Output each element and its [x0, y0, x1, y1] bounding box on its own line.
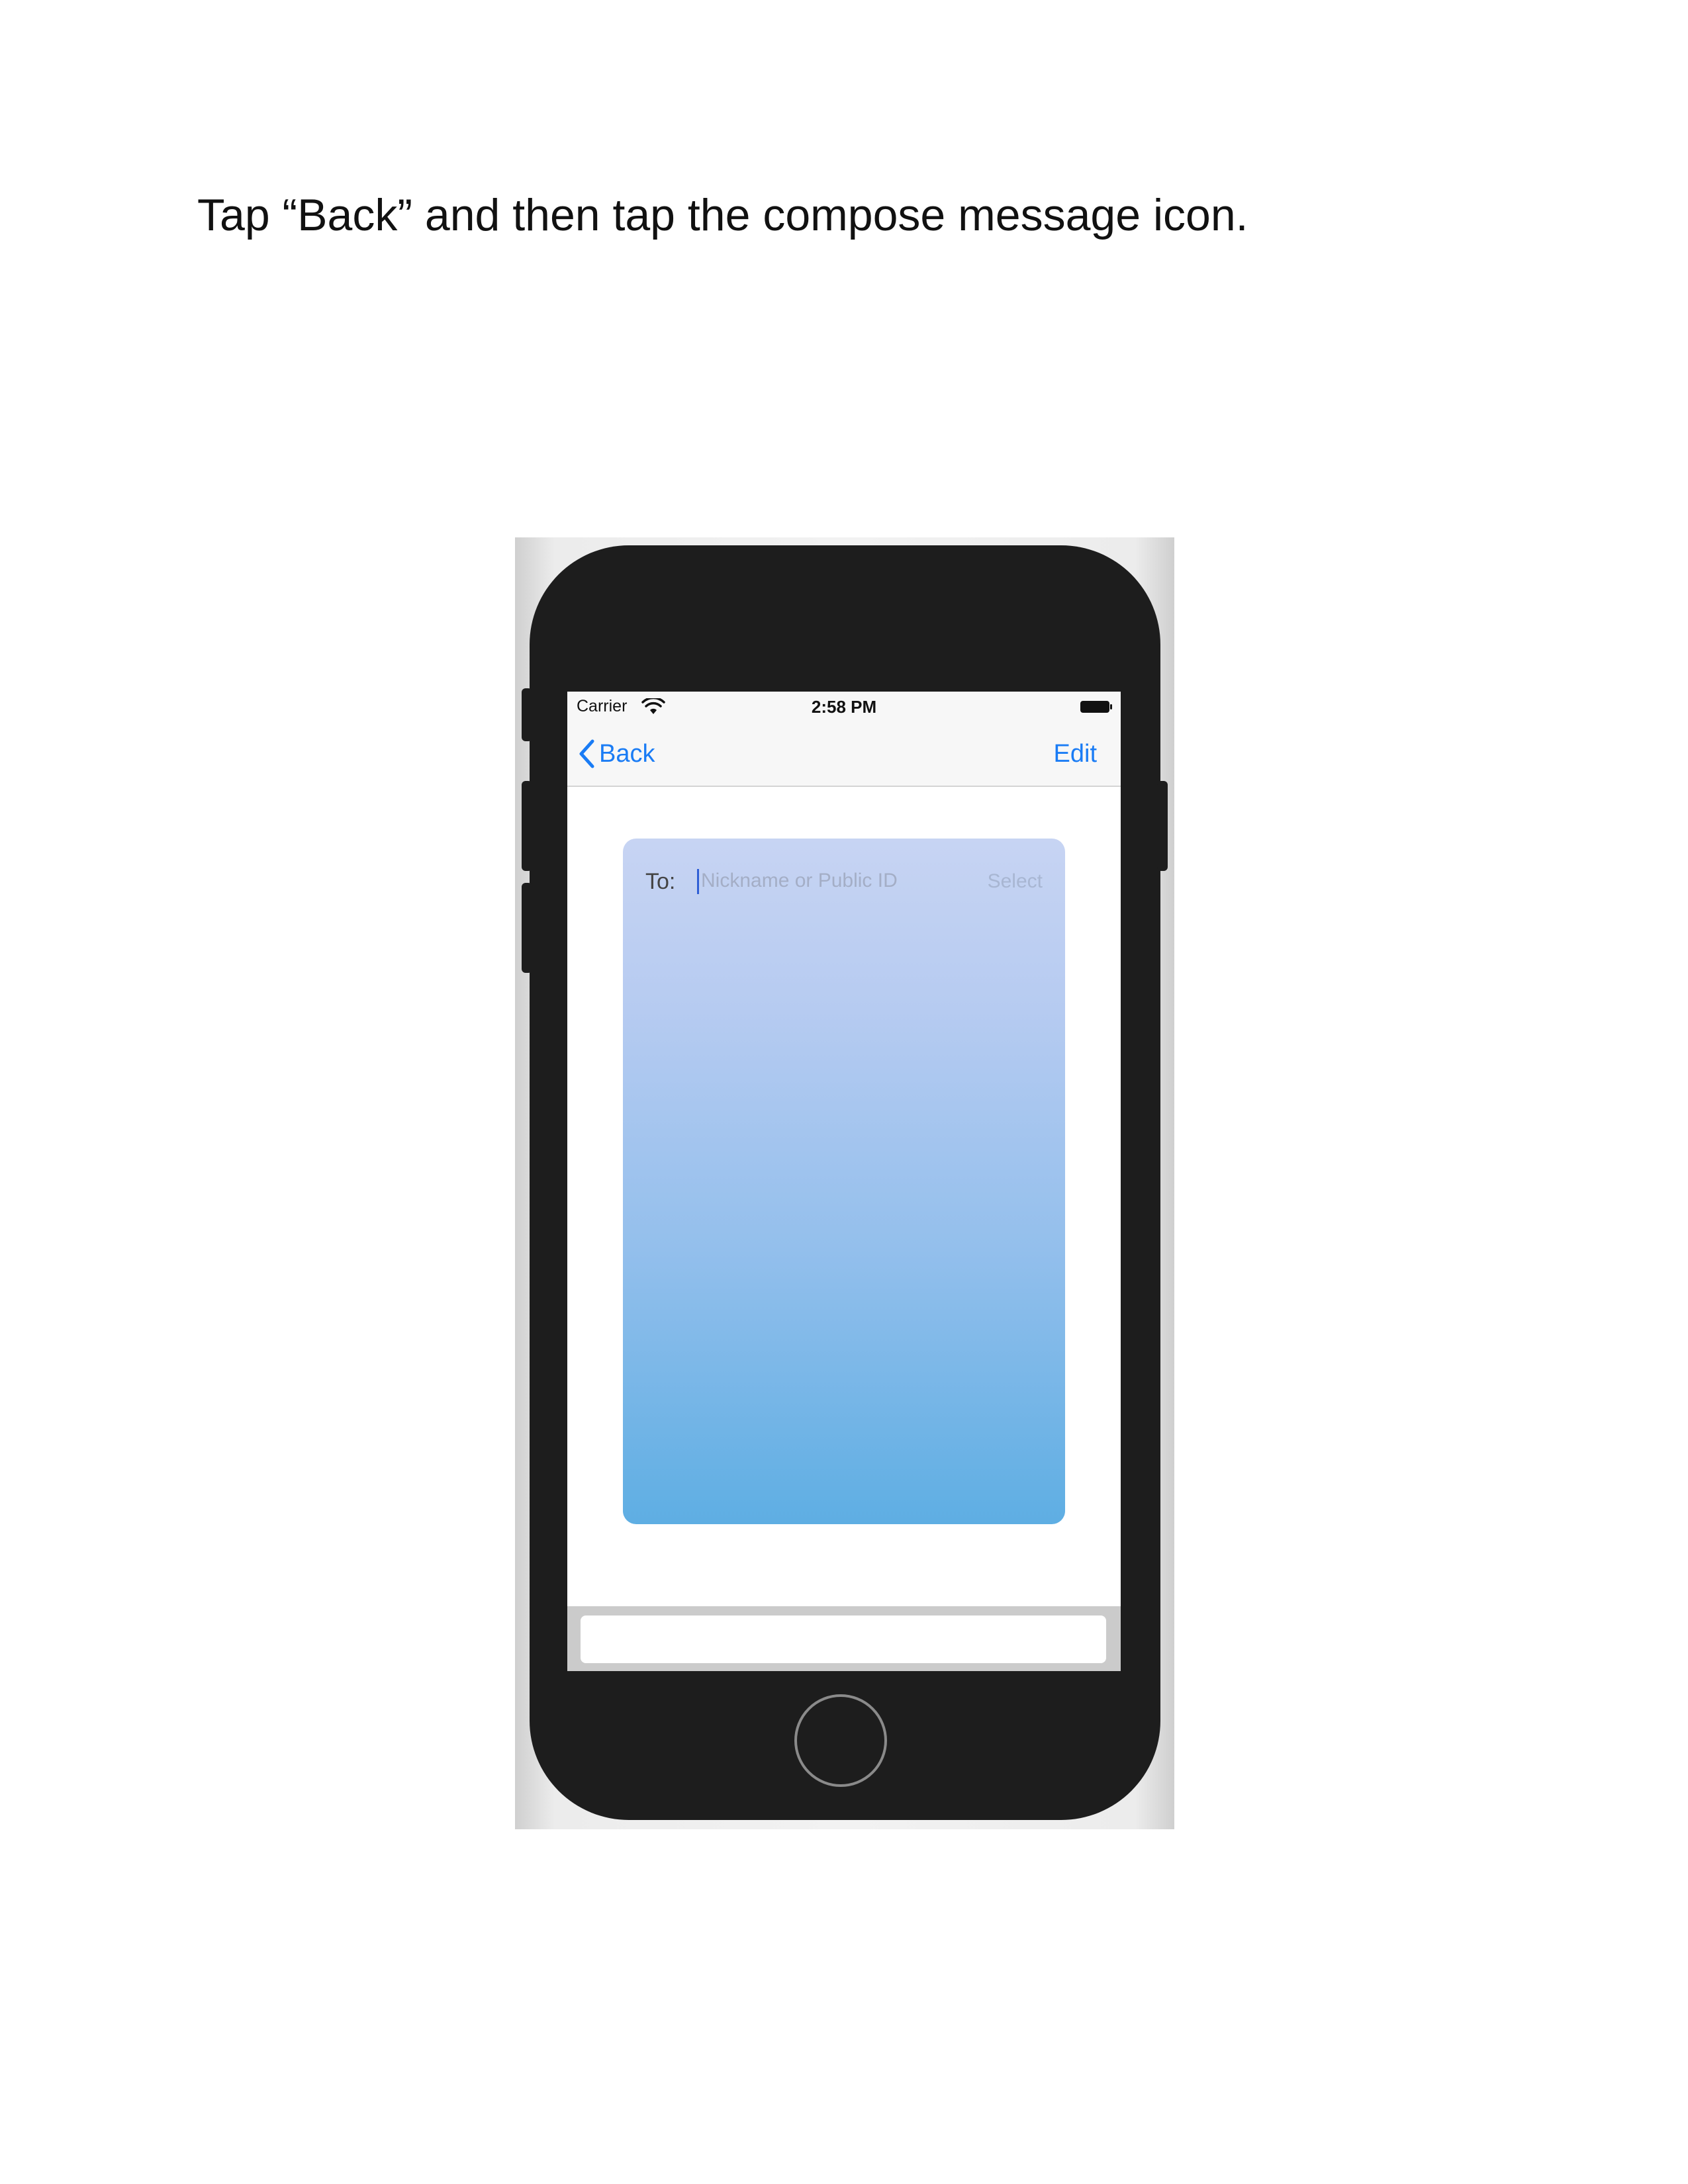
status-time: 2:58 PM	[811, 697, 877, 717]
mute-switch	[522, 688, 532, 741]
phone-screen: Carrier 2:58 PM Back Edit To: Select	[567, 692, 1121, 1671]
edit-button[interactable]: Edit	[1054, 734, 1097, 774]
volume-up-button	[522, 781, 532, 871]
home-button[interactable]	[794, 1694, 887, 1787]
compose-card: To: Select	[623, 839, 1065, 1524]
battery-icon	[1080, 701, 1112, 713]
message-toolbar	[567, 1606, 1121, 1671]
back-button[interactable]: Back	[578, 734, 655, 774]
recipient-input[interactable]	[697, 864, 953, 898]
navigation-bar: Back Edit	[567, 721, 1121, 787]
message-input[interactable]	[581, 1615, 1106, 1663]
select-recipient-button[interactable]: Select	[988, 870, 1043, 893]
to-label: To:	[645, 869, 676, 894]
instruction-text: Tap “Back” and then tap the compose mess…	[197, 190, 1248, 240]
status-bar: Carrier 2:58 PM	[567, 692, 1121, 721]
volume-down-button	[522, 883, 532, 973]
back-button-label: Back	[599, 739, 655, 768]
power-button	[1157, 781, 1168, 871]
chevron-left-icon	[579, 739, 594, 768]
text-cursor	[697, 869, 699, 894]
